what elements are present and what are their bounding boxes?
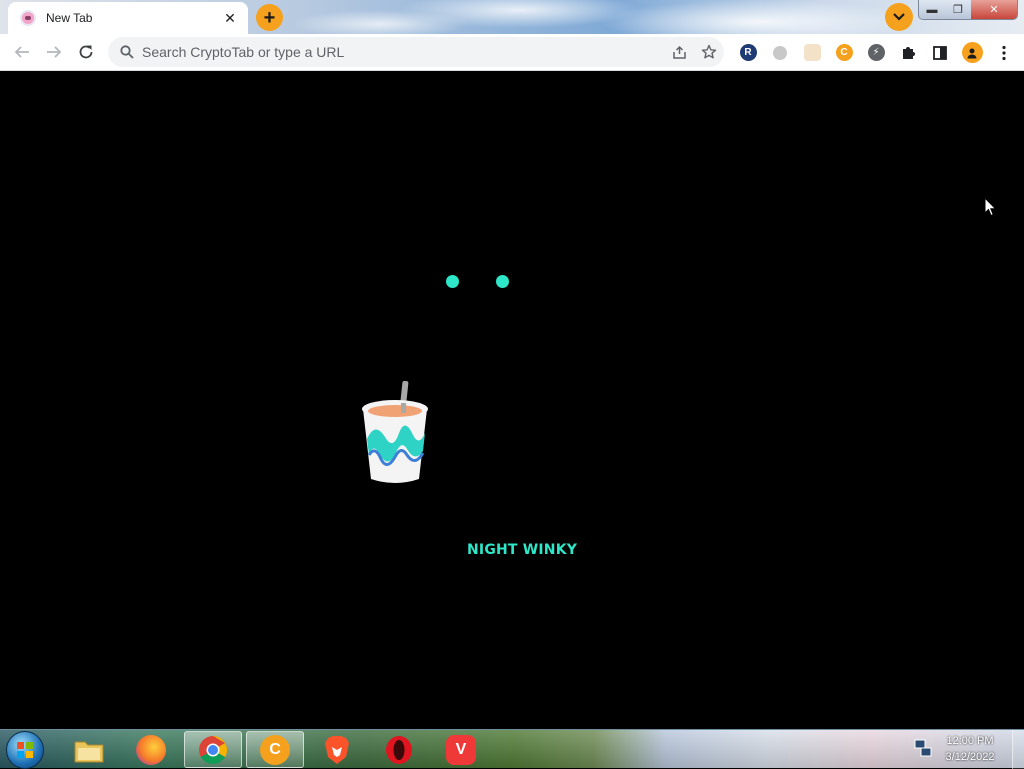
reload-icon: [79, 45, 93, 59]
folder-icon: [74, 741, 104, 762]
show-desktop-button[interactable]: [1012, 730, 1024, 769]
left-eye-dot: [446, 275, 459, 288]
star-icon: [701, 44, 717, 59]
opera-icon: [386, 735, 412, 764]
extension-grey[interactable]: [764, 37, 796, 69]
extension-lightning[interactable]: ⚡: [860, 37, 892, 69]
taskbar-vivaldi[interactable]: V: [432, 731, 490, 768]
extension-cryptotab[interactable]: C: [828, 37, 860, 69]
system-clock[interactable]: 12:00 PM 3/12/2022: [940, 733, 1000, 765]
close-window-button[interactable]: ✕: [971, 0, 1017, 19]
taskbar-cryptotab[interactable]: C: [246, 731, 304, 768]
back-button[interactable]: [6, 36, 38, 68]
menu-button[interactable]: [988, 37, 1020, 69]
grey-circle-extension-icon: [773, 45, 787, 60]
search-icon: [120, 45, 134, 59]
back-arrow-icon: [14, 46, 29, 58]
profile-avatar-icon: [961, 42, 983, 63]
lightning-extension-icon: ⚡: [867, 44, 885, 61]
share-button[interactable]: [664, 37, 694, 67]
browser-toolbar: Search CryptoTab or type a URL R C ⚡: [0, 34, 1024, 71]
taskbar-chrome[interactable]: [184, 731, 242, 768]
extension-cat[interactable]: [796, 37, 828, 69]
mouse-cursor-icon: [984, 197, 997, 217]
right-eye-dot: [496, 275, 509, 288]
start-button[interactable]: [6, 731, 44, 769]
extensions-area: R C ⚡: [732, 34, 1020, 71]
puzzle-icon: [903, 46, 915, 59]
windows-logo-icon: [17, 742, 33, 758]
side-panel-button[interactable]: [924, 37, 956, 69]
window-controls: ▬ ❐ ✕: [918, 0, 1018, 20]
profile-button[interactable]: [956, 37, 988, 69]
cryptotab-favicon-icon: [20, 10, 36, 26]
taskbar-opera[interactable]: [370, 731, 428, 768]
tab-title: New Tab: [46, 11, 93, 25]
brave-lion-icon: [325, 735, 349, 764]
reload-button[interactable]: [70, 36, 102, 68]
tab-close-icon[interactable]: ✕: [222, 10, 238, 27]
forward-button[interactable]: [38, 36, 70, 68]
chevron-down-icon: [893, 13, 905, 21]
kebab-menu-icon: [1002, 45, 1006, 60]
r-extension-icon: R: [739, 44, 757, 61]
minimize-button[interactable]: ▬: [919, 0, 945, 19]
firefox-icon: [136, 734, 166, 765]
maximize-button[interactable]: ❐: [945, 0, 971, 19]
taskbar-explorer[interactable]: [60, 731, 118, 768]
chrome-icon: [199, 735, 227, 764]
share-icon: [672, 45, 686, 59]
extensions-button[interactable]: [892, 37, 924, 69]
brand-text: NIGHT WINKY: [467, 542, 578, 558]
drink-cup-icon: [362, 381, 428, 483]
vivaldi-icon: V: [446, 734, 476, 765]
tab-new-tab[interactable]: New Tab ✕: [8, 2, 248, 34]
extension-r[interactable]: R: [732, 37, 764, 69]
new-tab-page: NIGHT WINKY: [0, 71, 1024, 729]
new-tab-button[interactable]: +: [256, 4, 283, 31]
cat-extension-icon: [803, 44, 821, 61]
forward-arrow-icon: [47, 46, 62, 58]
title-bar: New Tab ✕ + ▬ ❐ ✕: [0, 0, 1024, 34]
cryptotab-extension-icon: C: [835, 44, 853, 61]
network-icon[interactable]: [914, 739, 932, 757]
clock-time: 12:00 PM: [946, 735, 994, 747]
cryptotab-icon: C: [260, 734, 290, 765]
bookmark-button[interactable]: [694, 37, 724, 67]
taskbar-brave[interactable]: [308, 731, 366, 768]
taskbar-firefox[interactable]: [122, 731, 180, 768]
tab-search-button[interactable]: [885, 3, 913, 31]
address-bar[interactable]: Search CryptoTab or type a URL: [108, 37, 724, 67]
windows-taskbar: C V 12:00 PM 3/12/2022: [0, 729, 1024, 769]
side-panel-icon: [933, 45, 947, 60]
clock-date: 3/12/2022: [945, 751, 995, 763]
address-bar-placeholder: Search CryptoTab or type a URL: [142, 44, 345, 60]
